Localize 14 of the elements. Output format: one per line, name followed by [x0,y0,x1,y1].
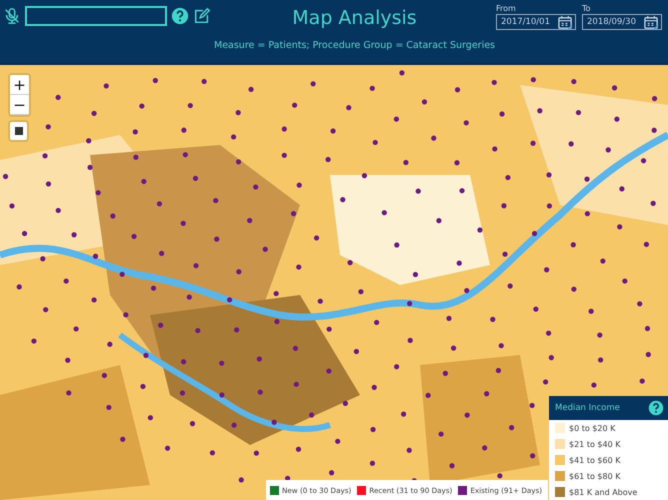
page-title: Map Analysis [292,7,417,29]
legend-label: $41 to $60 K [569,456,620,464]
legend-title: Median Income [555,403,620,413]
date-field[interactable]: 2017/10/01 [496,14,576,30]
filter-summary: Measure = Patients; Procedure Group = Cataract Surgeries [214,40,495,51]
zoom-button[interactable]: − [10,95,29,115]
zoom-button[interactable]: + [10,75,29,95]
date-label: From [496,4,517,14]
date-field[interactable]: 2018/09/30 [582,14,662,30]
date-label: To [582,4,592,14]
legend-label: $61 to $80 K [569,472,620,480]
legend-label: $0 to $20 K [569,424,616,432]
legend-label: $21 to $40 K [569,440,620,448]
legend-label: $81 K and Above [569,488,638,496]
